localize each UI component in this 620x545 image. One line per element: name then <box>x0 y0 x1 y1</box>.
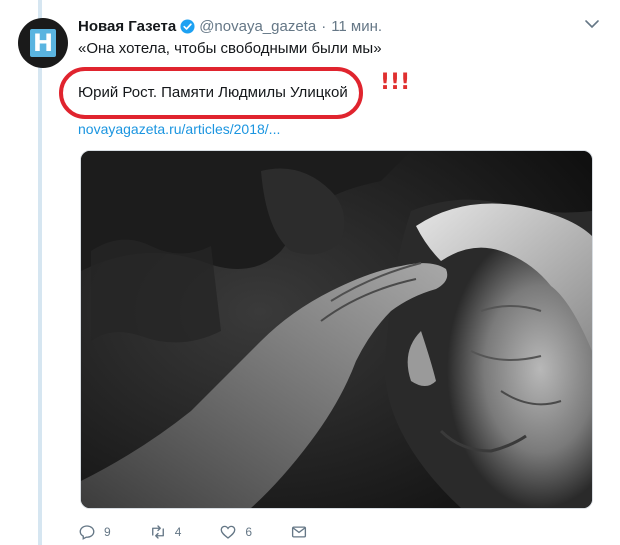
tweet-actions: 9 4 6 <box>78 522 354 542</box>
reply-count: 9 <box>104 525 111 539</box>
like-icon <box>220 525 236 539</box>
message-button[interactable] <box>290 523 316 541</box>
photo-image <box>81 151 592 508</box>
like-button[interactable]: 6 <box>219 523 252 541</box>
avatar-logo: Н <box>30 29 56 57</box>
reply-icon <box>79 525 95 540</box>
tweet-text-line2: Юрий Рост. Памяти Людмилы Улицкой <box>78 84 348 101</box>
avatar[interactable]: Н <box>18 18 68 68</box>
tweet-header: Новая Газета @novaya_gazeta · 11 мин. <box>78 16 382 36</box>
tweet-photo[interactable] <box>80 150 593 509</box>
retweet-button[interactable]: 4 <box>149 523 182 541</box>
reply-button[interactable]: 9 <box>78 523 111 541</box>
annotation-exclamation: !!! <box>380 70 411 95</box>
message-icon <box>292 526 307 538</box>
separator-dot: · <box>321 17 327 35</box>
timestamp[interactable]: 11 мин. <box>331 18 382 35</box>
author-handle[interactable]: @novaya_gazeta <box>199 18 316 35</box>
thread-line <box>38 0 42 545</box>
chevron-down-icon[interactable] <box>584 18 600 30</box>
tweet-text-line1: «Она хотела, чтобы свободными были мы» <box>78 40 382 57</box>
like-count: 6 <box>245 525 253 539</box>
retweet-count: 4 <box>174 525 182 539</box>
retweet-icon <box>151 525 164 539</box>
article-link[interactable]: novayagazeta.ru/articles/2018/... <box>78 121 280 137</box>
author-name[interactable]: Новая Газета <box>78 18 176 35</box>
verified-badge-icon <box>180 18 195 34</box>
